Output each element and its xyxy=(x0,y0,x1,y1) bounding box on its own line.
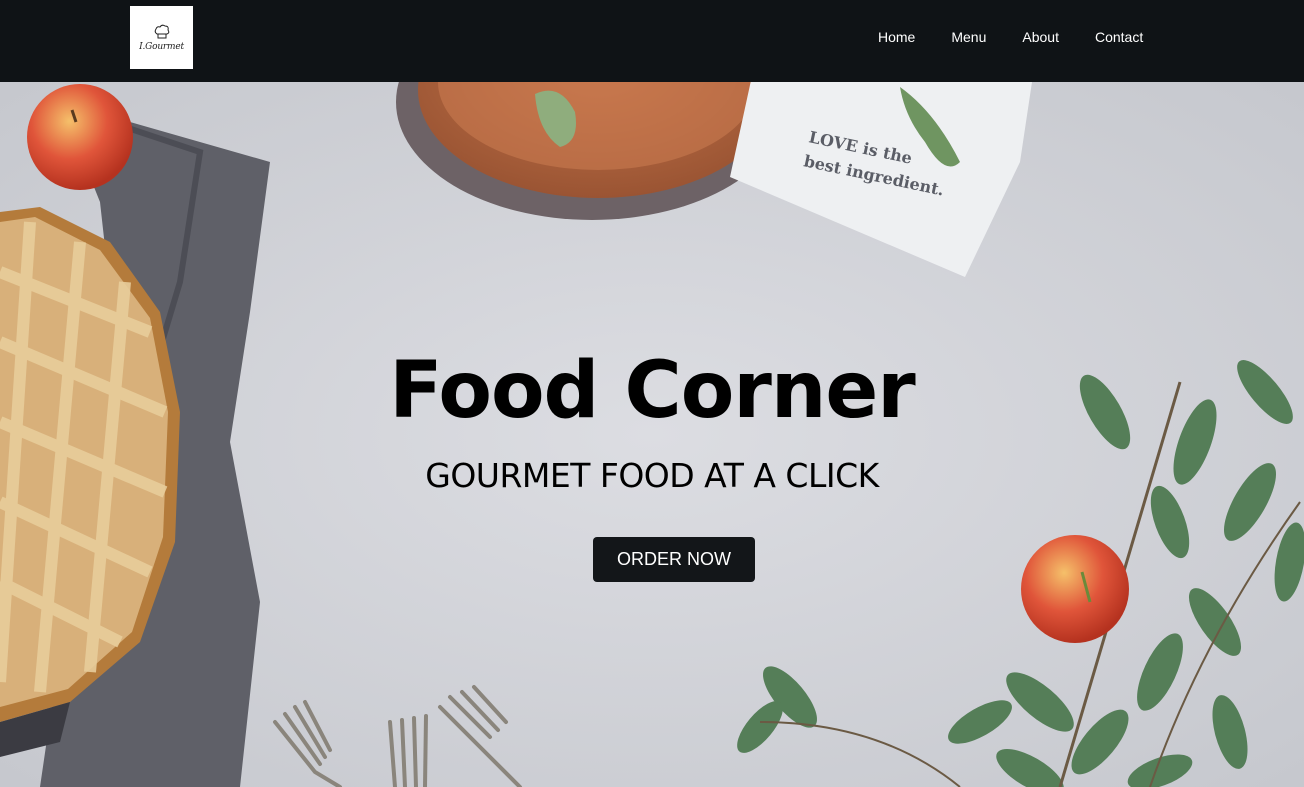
chef-hat-icon xyxy=(154,24,169,38)
nav-contact[interactable]: Contact xyxy=(1095,28,1143,46)
navbar: I.Gourmet Home Menu About Contact xyxy=(0,0,1304,82)
nav-home[interactable]: Home xyxy=(878,28,915,46)
nav-about[interactable]: About xyxy=(1022,28,1059,46)
hero-title: Food Corner xyxy=(389,346,915,436)
hero-section: LOVE is the best ingredient. Food Corner… xyxy=(0,82,1304,787)
nav-menu[interactable]: Menu xyxy=(951,28,986,46)
order-now-button[interactable]: ORDER NOW xyxy=(593,537,755,582)
hero-subtitle: GOURMET FOOD AT A CLICK xyxy=(425,456,879,495)
main-nav: Home Menu About Contact xyxy=(878,28,1143,46)
brand-logo[interactable]: I.Gourmet xyxy=(130,6,193,69)
logo-text: I.Gourmet xyxy=(139,41,184,52)
